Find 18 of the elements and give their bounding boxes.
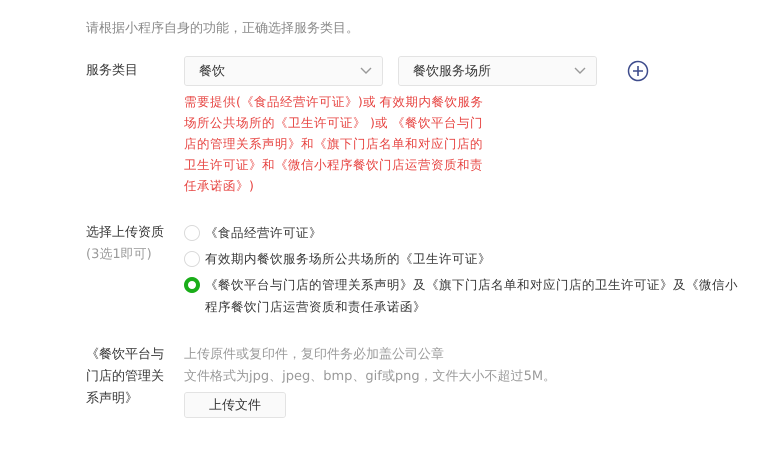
hint-text: (3选1即可)	[86, 246, 153, 264]
field-label: 《餐饮平台与门店的管理关系声明》	[86, 346, 165, 408]
note-text: 上传原件或复印件，复印件务必加盖公司公章	[184, 346, 445, 364]
option-label: 《食品经营许可证》	[205, 224, 322, 242]
upload-button[interactable]: 上传文件	[184, 392, 286, 418]
option-label: 有效期内餐饮服务场所公共场所的《卫生许可证》	[205, 250, 491, 268]
category-select[interactable]: 餐饮服务场所	[398, 56, 597, 86]
requirement-text: 需要提供(《食品经营许可证》)或 有效期内餐饮服务场所公共场所的《卫生许可证》 )或 《餐饮平台与门店的管理关系声明》和《旗下门店名单和对应门店的卫生许可证》和《微信小程序餐饮门店运营资质和责任承诺函》)	[184, 93, 484, 195]
add-icon[interactable]	[627, 60, 649, 82]
intro-text: 请根据小程序自身的功能，正确选择服务类目。	[86, 20, 360, 38]
chevron-down-icon	[574, 67, 586, 75]
note-text: 文件格式为jpg、jpeg、bmp、gif或png，文件大小不超过5M。	[184, 368, 556, 386]
option-label: 《餐饮平台与门店的管理关系声明》及《旗下门店名单和对应门店的卫生许可证》及《微信小程序餐饮门店运营资质和责任承诺函》	[205, 276, 739, 316]
chevron-down-icon	[360, 67, 372, 75]
category-select[interactable]: 餐饮	[184, 56, 383, 86]
radio-button[interactable]	[184, 277, 200, 293]
field-label: 选择上传资质	[86, 224, 165, 242]
field-label: 服务类目	[86, 62, 139, 80]
